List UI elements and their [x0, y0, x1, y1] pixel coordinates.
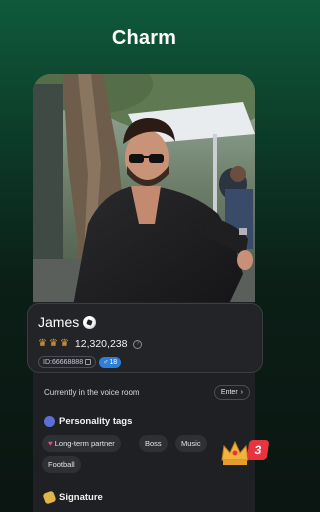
tag-label: Long-term partner	[54, 439, 115, 448]
crown-icon: ♛	[48, 338, 58, 349]
profile-card: James ♛ ♛ ♛ 12,320,238 ? ID:66668888 ♂ 1…	[27, 303, 263, 373]
page-title: Charm	[111, 27, 177, 49]
crown-badge: 3	[218, 438, 270, 468]
enter-label: Enter	[220, 388, 238, 396]
chevron-right-icon: ›	[240, 388, 243, 396]
tag-long-term-partner: ♥ Long-term partner	[42, 435, 121, 452]
tag-label: Football	[48, 460, 75, 469]
info-icon[interactable]: ?	[133, 339, 143, 349]
personality-title: Personality tags	[59, 416, 133, 427]
user-name: James	[38, 314, 80, 330]
football-icon	[83, 315, 97, 329]
level-text: 18	[109, 358, 118, 366]
heart-icon: ♥	[48, 439, 53, 448]
tag-boss: Boss	[139, 435, 168, 452]
badge-count: 3	[246, 440, 270, 460]
tag-label: Boss	[145, 439, 162, 448]
personality-section-title: Personality tags	[44, 416, 132, 427]
voice-room-status: Currently in the voice room	[44, 387, 140, 397]
tag-football: Football	[42, 456, 81, 473]
crown-icon: ♛	[59, 338, 69, 349]
user-id[interactable]: ID:66668888	[38, 356, 97, 368]
male-icon: ♂	[103, 358, 109, 366]
signature-title: Signature	[59, 492, 103, 503]
copy-icon[interactable]	[85, 359, 92, 365]
voice-room-row: Currently in the voice room Enter ›	[44, 384, 250, 400]
level-badge: ♂ 18	[99, 356, 122, 368]
crown-icon: ♛	[38, 338, 47, 349]
signature-icon	[42, 490, 57, 505]
profile-photo	[33, 74, 255, 306]
user-id-text: ID:66668888	[43, 358, 84, 366]
signature-section-title: Signature	[42, 490, 103, 505]
coin-count: 12,320,238	[74, 338, 128, 350]
enter-button[interactable]: Enter ›	[213, 384, 250, 400]
tag-music: Music	[175, 435, 207, 452]
crown-icon	[221, 440, 249, 465]
tag-label: Music	[181, 439, 201, 448]
personality-icon	[44, 416, 55, 427]
